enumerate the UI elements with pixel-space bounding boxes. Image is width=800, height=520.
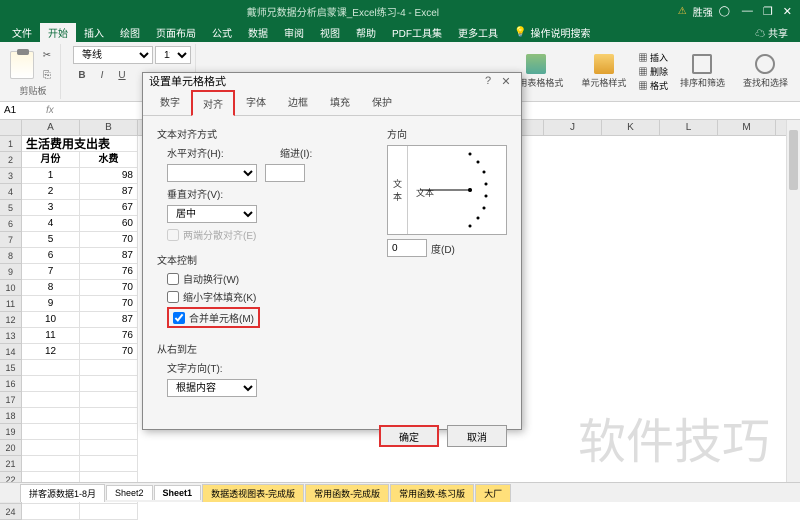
sheet-tab[interactable]: 数据透视图表-完成版 [202,484,304,502]
tab-protection[interactable]: 保护 [361,89,403,115]
select-all-corner[interactable] [0,120,22,135]
font-name-select[interactable]: 等线 [73,46,153,64]
minimize-button[interactable]: — [742,5,753,18]
textdir-select[interactable]: 根据内容 [167,379,257,397]
bold-button[interactable]: B [73,66,91,84]
tab-data[interactable]: 数据 [240,23,276,42]
fx-label[interactable]: fx [40,105,60,116]
copy-icon[interactable]: ⎘ [38,66,56,84]
insert-button[interactable]: ▦ 插入 [638,51,668,64]
tab-fill[interactable]: 填充 [319,89,361,115]
title-bar: 戴师兄数据分析启蒙课_Excel练习-4 - Excel ⚠ 胜强 ◯ — ❐ … [0,0,800,22]
cellstyle-icon [594,54,614,74]
cancel-button[interactable]: 取消 [447,425,507,447]
tab-view[interactable]: 视图 [312,23,348,42]
dialog-titlebar[interactable]: 设置单元格格式 ? ✕ [143,73,521,89]
format-cells-dialog: 设置单元格格式 ? ✕ 数字 对齐 字体 边框 填充 保护 文本对齐方式 水平对… [142,72,522,430]
sheet-tab[interactable]: 大厂 [475,484,511,502]
wrap-checkbox[interactable] [167,273,179,285]
orientation-dial[interactable]: 文本 [408,146,506,234]
dialog-close-button[interactable]: ✕ [497,75,515,88]
app-title: 戴师兄数据分析启蒙课_Excel练习-4 - Excel [8,4,678,19]
user-area[interactable]: ⚠ 胜强 ◯ [678,4,730,19]
ok-button[interactable]: 确定 [379,425,439,447]
user-avatar-icon: ◯ [719,6,730,17]
tab-font[interactable]: 字体 [235,89,277,115]
warning-icon: ⚠ [678,6,687,17]
filter-icon [692,54,712,74]
merge-checkbox[interactable] [173,312,185,324]
justify-checkbox [167,229,179,241]
sheet-tab[interactable]: Sheet1 [154,485,202,500]
font-size-select[interactable]: 11 [155,46,191,64]
rtl-label: 从右到左 [157,341,507,356]
sheet-tab[interactable]: 常用函数-练习版 [390,484,474,502]
title-cell: 生活费用支出表 [22,136,138,152]
paste-icon[interactable] [10,51,34,79]
cell-style-button[interactable]: 单元格样式 [575,44,632,99]
bulb-icon: 💡 [514,27,526,38]
tab-pagelayout[interactable]: 页面布局 [148,23,204,42]
dialog-help-button[interactable]: ? [479,75,497,87]
tab-formulas[interactable]: 公式 [204,23,240,42]
shrink-checkbox[interactable] [167,291,179,303]
dialog-tabs: 数字 对齐 字体 边框 填充 保护 [143,89,521,116]
indent-input[interactable] [265,164,305,182]
tab-pdf[interactable]: PDF工具集 [384,23,450,42]
tab-help[interactable]: 帮助 [348,23,384,42]
share-button[interactable]: ☁ 共享 [747,25,796,40]
tab-border[interactable]: 边框 [277,89,319,115]
name-box[interactable] [0,105,40,116]
halign-select[interactable] [167,164,257,182]
tab-draw[interactable]: 绘图 [112,23,148,42]
tab-more[interactable]: 更多工具 [450,23,506,42]
tab-review[interactable]: 审阅 [276,23,312,42]
tab-insert[interactable]: 插入 [76,23,112,42]
sheet-tab[interactable]: Sheet2 [106,485,153,500]
clipboard-group: ✂ ⎘ 剪贴板 [6,44,61,99]
sheet-tabs: 拼客源数据1-8月 Sheet2 Sheet1 数据透视图表-完成版 常用函数-… [0,482,800,502]
delete-button[interactable]: ▦ 删除 [638,65,668,78]
table-icon [526,54,546,74]
valign-select[interactable]: 居中 [167,205,257,223]
tab-file[interactable]: 文件 [4,23,40,42]
format-button[interactable]: ▦ 格式 [638,79,668,92]
scrollbar-thumb[interactable] [789,130,798,190]
restore-button[interactable]: ❐ [763,5,773,18]
vertical-scrollbar[interactable] [786,120,800,482]
degrees-input[interactable] [387,239,427,257]
underline-button[interactable]: U [113,66,131,84]
sheet-tab[interactable]: 拼客源数据1-8月 [20,484,105,502]
orientation-box[interactable]: 文本 文本 [387,145,507,235]
username: 胜强 [693,4,713,19]
ribbon-tabs: 文件 开始 插入 绘图 页面布局 公式 数据 审阅 视图 帮助 PDF工具集 更… [0,22,800,42]
cut-icon[interactable]: ✂ [38,46,56,64]
sort-filter-button[interactable]: 排序和筛选 [674,44,731,99]
tab-number[interactable]: 数字 [149,89,191,115]
italic-button[interactable]: I [93,66,111,84]
sheet-tab[interactable]: 常用函数-完成版 [305,484,389,502]
close-button[interactable]: ✕ [783,5,792,18]
search-icon [755,54,775,74]
tab-home[interactable]: 开始 [40,23,76,42]
tell-me[interactable]: 💡 操作说明搜索 [506,25,598,40]
tab-alignment[interactable]: 对齐 [191,90,235,116]
find-select-button[interactable]: 查找和选择 [737,44,794,99]
